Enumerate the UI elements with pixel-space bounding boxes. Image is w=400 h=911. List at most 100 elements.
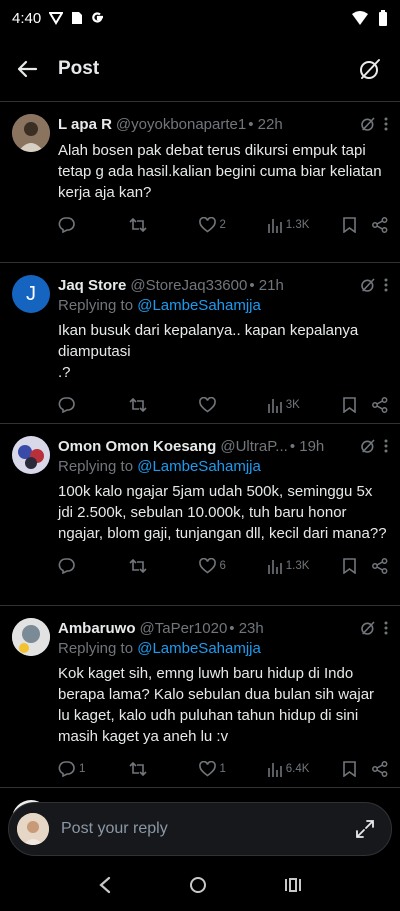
author-name[interactable]: Omon Omon Koesang [58, 438, 216, 455]
view-count: 6.4K [285, 763, 310, 775]
expand-composer-button[interactable] [351, 815, 379, 843]
author-handle[interactable]: @UltraP... [220, 438, 287, 455]
avatar[interactable] [12, 618, 50, 656]
share-button[interactable] [372, 397, 388, 413]
views-icon [267, 559, 282, 574]
grok-icon[interactable] [360, 116, 376, 132]
replying-to: Replying to @LambeSahamjja [58, 640, 261, 657]
bookmark-button[interactable] [343, 761, 356, 777]
mention-link[interactable]: @LambeSahamjja [137, 640, 261, 657]
nav-back-button[interactable] [98, 876, 112, 899]
author-handle[interactable]: @yoyokbonaparte1 [116, 116, 246, 133]
reply-icon [58, 761, 75, 777]
post-actions: 2 1.3K [58, 215, 388, 235]
more-options-icon[interactable] [384, 117, 388, 131]
reply-post[interactable]: Omon Omon Koesang @UltraP... • 19h Reply… [0, 424, 400, 606]
heart-icon [198, 558, 216, 574]
reply-button[interactable]: 1 [58, 761, 129, 777]
views-button[interactable]: 6.4K [267, 762, 343, 777]
repost-button[interactable] [129, 761, 198, 777]
mention-link[interactable]: @LambeSahamjja [137, 458, 261, 475]
bookmark-icon [343, 761, 356, 777]
author-handle[interactable]: @TaPer1020 [140, 620, 228, 637]
repost-icon [129, 558, 147, 574]
share-icon [372, 397, 388, 413]
reply-button[interactable] [58, 217, 129, 233]
post-time: • 22h [248, 115, 283, 133]
more-options-icon[interactable] [384, 621, 388, 635]
reply-button[interactable] [58, 397, 129, 413]
avatar[interactable] [12, 114, 50, 152]
bookmark-button[interactable] [343, 397, 356, 413]
bookmark-button[interactable] [343, 217, 356, 233]
share-icon [372, 217, 388, 233]
post-text: 100k kalo ngajar 5jam udah 500k, semingg… [58, 483, 387, 542]
views-button[interactable]: 1.3K [267, 218, 343, 233]
nav-home-button[interactable] [189, 876, 207, 899]
reply-icon [58, 397, 75, 413]
arrow-left-icon [17, 60, 38, 77]
bookmark-button[interactable] [343, 558, 356, 574]
author-handle[interactable]: @StoreJaq33600 [130, 277, 247, 294]
share-button[interactable] [372, 761, 388, 777]
like-button[interactable] [198, 397, 268, 413]
bookmark-icon [343, 558, 356, 574]
reply-post[interactable]: L apa R @yoyokbonaparte1 • 22h Alah bose… [0, 102, 400, 263]
author-name[interactable]: L apa R [58, 116, 112, 133]
post-actions: 6 1.3K [58, 556, 388, 576]
replying-to: Replying to @LambeSahamjja [58, 297, 261, 314]
battery-icon [378, 10, 388, 26]
vpn-icon [49, 11, 64, 25]
post-text: Ikan busuk dari kepalanya.. kapan kepala… [58, 322, 359, 381]
views-icon [267, 762, 282, 777]
bookmark-icon [343, 217, 356, 233]
views-button[interactable]: 1.3K [267, 559, 343, 574]
reply-post[interactable]: J Jaq Store @StoreJaq33600 • 21h Replyin… [0, 263, 400, 424]
repost-icon [129, 761, 147, 777]
grok-icon[interactable] [360, 277, 376, 293]
back-button[interactable] [16, 53, 48, 85]
like-count: 2 [219, 219, 226, 231]
grok-icon[interactable] [360, 438, 376, 454]
like-button[interactable]: 6 [198, 558, 268, 574]
repost-button[interactable] [129, 217, 198, 233]
post-actions: 1 1 6.4K [58, 759, 388, 779]
google-icon [91, 11, 105, 25]
repost-button[interactable] [129, 397, 198, 413]
share-icon [372, 761, 388, 777]
status-bar: 4:40 [0, 0, 400, 36]
reply-post[interactable]: Ambaruwo @TaPer1020 • 23h Replying to @L… [0, 606, 400, 788]
post-text: Alah bosen pak debat terus dikursi empuk… [58, 142, 386, 201]
views-button[interactable]: 3K [267, 398, 343, 413]
post-time: • 19h [289, 437, 325, 455]
more-options-icon[interactable] [384, 278, 388, 292]
reply-composer[interactable]: Post your reply [8, 802, 392, 856]
author-name[interactable]: Ambaruwo [58, 620, 136, 637]
author-name[interactable]: Jaq Store [58, 277, 126, 294]
views-icon [267, 398, 282, 413]
share-button[interactable] [372, 217, 388, 233]
like-count: 6 [219, 560, 226, 572]
view-count: 1.3K [285, 219, 310, 231]
grok-icon[interactable] [360, 620, 376, 636]
repost-icon [129, 397, 147, 413]
like-button[interactable]: 2 [198, 217, 268, 233]
views-icon [267, 218, 282, 233]
grok-button[interactable] [356, 55, 384, 83]
post-time: • 23h [229, 619, 264, 637]
share-button[interactable] [372, 558, 388, 574]
avatar[interactable] [12, 436, 50, 474]
like-button[interactable]: 1 [198, 761, 268, 777]
recents-icon [284, 877, 301, 892]
more-options-icon[interactable] [384, 439, 388, 453]
nav-recents-button[interactable] [284, 877, 302, 898]
reply-input[interactable]: Post your reply [61, 820, 168, 838]
grok-icon [360, 58, 380, 79]
heart-icon [198, 397, 216, 413]
avatar[interactable]: J [12, 275, 50, 313]
page-title: Post [58, 57, 100, 79]
wifi-icon [352, 11, 368, 25]
repost-button[interactable] [129, 558, 198, 574]
mention-link[interactable]: @LambeSahamjja [137, 297, 261, 314]
reply-button[interactable] [58, 558, 129, 574]
